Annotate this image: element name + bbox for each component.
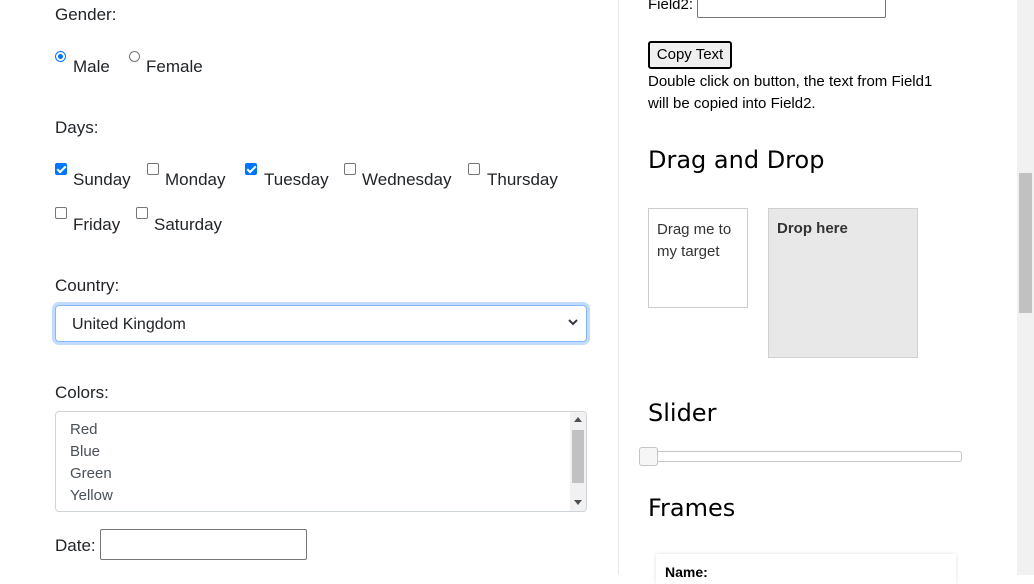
wednesday-checkbox[interactable] xyxy=(344,163,356,175)
slider-track[interactable] xyxy=(640,451,962,462)
saturday-checkbox[interactable] xyxy=(136,207,148,219)
page-scroll-thumb[interactable] xyxy=(1019,173,1032,313)
copy-text-button[interactable]: Copy Text xyxy=(648,41,732,69)
friday-checkbox[interactable] xyxy=(55,207,67,219)
days-label: Days: xyxy=(55,118,99,137)
scroll-up-icon[interactable] xyxy=(574,417,582,422)
slider-heading: Slider xyxy=(648,399,717,427)
frame-name-label: Name: xyxy=(665,564,708,580)
chevron-down-icon xyxy=(568,319,578,326)
gender-male-label: Male xyxy=(73,57,110,76)
listbox-scroll-thumb[interactable] xyxy=(572,430,584,483)
colors-label: Colors: xyxy=(55,383,109,402)
thursday-label: Thursday xyxy=(487,170,558,189)
thursday-checkbox[interactable] xyxy=(468,163,480,175)
frame-container: Name: xyxy=(656,554,956,584)
tuesday-checkbox[interactable] xyxy=(245,163,257,175)
sunday-checkbox[interactable] xyxy=(55,163,67,175)
monday-label: Monday xyxy=(165,170,226,189)
draggable-box[interactable]: Drag me to my target xyxy=(648,208,748,308)
wednesday-label: Wednesday xyxy=(362,170,452,189)
list-item[interactable]: Blue xyxy=(70,443,100,460)
colors-listbox[interactable]: Red Blue Green Yellow xyxy=(55,411,587,512)
saturday-label: Saturday xyxy=(154,215,223,234)
copy-help-line-2: will be copied into Field2. xyxy=(648,95,816,112)
page-scrollbar[interactable] xyxy=(1017,0,1034,575)
country-select[interactable]: United Kingdom xyxy=(55,305,587,342)
date-input[interactable] xyxy=(100,529,307,560)
frames-heading: Frames xyxy=(648,494,736,522)
gender-male-radio[interactable] xyxy=(55,51,66,62)
sunday-label: Sunday xyxy=(73,170,131,189)
drop-text: Drop here xyxy=(777,220,848,237)
copy-help-line-1: Double click on button, the text from Fi… xyxy=(648,73,933,90)
list-item[interactable]: Red xyxy=(70,421,98,438)
column-divider xyxy=(618,0,619,575)
country-label: Country: xyxy=(55,276,120,295)
field2-label: Field2: xyxy=(648,0,694,13)
drag-drop-heading: Drag and Drop xyxy=(648,146,825,174)
drop-target[interactable]: Drop here xyxy=(768,208,918,358)
list-item[interactable]: Green xyxy=(70,465,112,482)
gender-female-radio[interactable] xyxy=(129,51,140,62)
field2-input[interactable] xyxy=(697,0,886,18)
tuesday-label: Tuesday xyxy=(264,170,329,189)
scroll-down-icon[interactable] xyxy=(574,500,582,505)
list-item[interactable]: Yellow xyxy=(70,487,113,504)
country-selected-value: United Kingdom xyxy=(72,316,186,333)
gender-label: Gender: xyxy=(55,5,117,24)
date-label: Date: xyxy=(55,536,96,555)
listbox-scrollbar[interactable] xyxy=(570,412,586,511)
slider-handle[interactable] xyxy=(639,447,658,466)
friday-label: Friday xyxy=(73,215,121,234)
drag-text: Drag me to my target xyxy=(657,221,732,260)
gender-female-label: Female xyxy=(146,57,203,76)
monday-checkbox[interactable] xyxy=(147,163,159,175)
